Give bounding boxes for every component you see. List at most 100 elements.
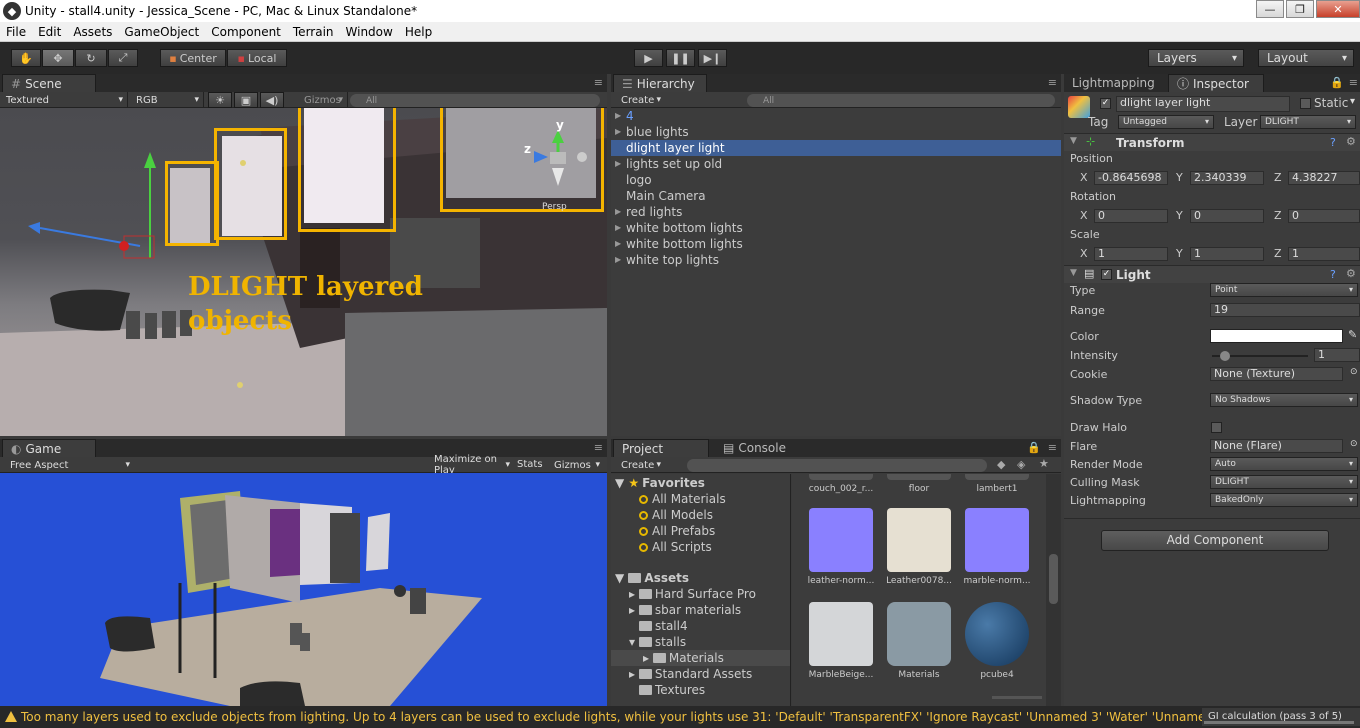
shadow-type-dropdown[interactable]: No Shadows [1210, 393, 1358, 407]
filter-label-icon[interactable]: ◈ [1017, 458, 1025, 471]
asset-item[interactable]: floor [883, 474, 955, 494]
stats-toggle[interactable]: Stats [517, 459, 543, 470]
project-create-dropdown[interactable]: Create [615, 457, 665, 473]
gi-progress[interactable]: GI calculation (pass 3 of 5) [1202, 708, 1360, 726]
panel-menu-icon[interactable]: ≡ [1048, 441, 1057, 454]
maximize-icon[interactable]: ❐ [1286, 0, 1314, 18]
draw-halo-checkbox[interactable] [1211, 422, 1222, 433]
minimize-icon[interactable]: — [1256, 0, 1284, 18]
project-search-input[interactable] [687, 459, 987, 472]
rotation-y-input[interactable]: 0 [1190, 209, 1264, 223]
rotate-tool-icon[interactable]: ↻ [75, 49, 107, 67]
scene-search-input[interactable]: All [350, 94, 600, 107]
tag-dropdown[interactable]: Untagged [1118, 115, 1214, 129]
asset-folder[interactable]: ▾ stalls [629, 634, 686, 650]
panel-menu-icon[interactable]: ≡ [1048, 76, 1057, 89]
rotation-z-input[interactable]: 0 [1288, 209, 1360, 223]
maximize-on-play-toggle[interactable]: Maximize on Play [430, 454, 514, 476]
scene-image-icon[interactable]: ▣ [234, 92, 258, 108]
asset-folder[interactable]: stall4 [639, 618, 688, 634]
scene-lighting-icon[interactable]: ☀ [208, 92, 232, 108]
menu-help[interactable]: Help [399, 25, 438, 39]
hierarchy-item[interactable]: Main Camera [611, 188, 1061, 204]
scale-z-input[interactable]: 1 [1288, 247, 1360, 261]
menu-gameobject[interactable]: GameObject [118, 25, 205, 39]
tab-lightmapping[interactable]: Lightmapping [1064, 74, 1164, 92]
lightmapping-dropdown[interactable]: BakedOnly [1210, 493, 1358, 507]
light-enabled-checkbox[interactable]: ✓ [1101, 269, 1112, 280]
panel-menu-icon[interactable]: ≡ [594, 441, 603, 454]
lock-icon[interactable]: 🔒 [1027, 441, 1041, 454]
gear-icon[interactable]: ⚙ [1346, 135, 1356, 148]
asset-folder[interactable]: ▸ Standard Assets [629, 666, 752, 682]
menu-window[interactable]: Window [340, 25, 399, 39]
color-swatch[interactable] [1210, 329, 1343, 343]
panel-menu-icon[interactable]: ≡ [594, 76, 603, 89]
menu-edit[interactable]: Edit [32, 25, 67, 39]
tab-console[interactable]: ▤ Console [715, 439, 811, 457]
scene-view[interactable]: DLIGHT layered objects z y Persp [0, 108, 607, 436]
pivot-center-button[interactable]: ▪ Center [160, 49, 226, 67]
asset-item[interactable]: couch_002_r... [805, 474, 877, 494]
tab-inspector[interactable]: ⓘ Inspector [1168, 74, 1264, 92]
hierarchy-item[interactable]: logo [611, 172, 1061, 188]
range-input[interactable]: 19 [1210, 303, 1360, 317]
rotation-x-input[interactable]: 0 [1094, 209, 1168, 223]
intensity-slider-track[interactable] [1212, 351, 1308, 361]
add-component-button[interactable]: Add Component [1101, 530, 1329, 551]
asset-folder-selected[interactable]: ▸ Materials [611, 650, 790, 666]
persp-label[interactable]: Persp [542, 202, 567, 212]
hand-tool-icon[interactable]: ✋ [11, 49, 41, 67]
tab-project[interactable]: Project [613, 439, 709, 457]
object-picker-icon[interactable]: ⊙ [1350, 439, 1358, 449]
favorite-star-icon[interactable]: ★ [1039, 457, 1049, 470]
asset-folder[interactable]: Textures [639, 682, 705, 698]
play-button[interactable]: ▶ [634, 49, 663, 67]
tab-hierarchy[interactable]: ☰ Hierarchy [613, 74, 707, 92]
layer-dropdown[interactable]: DLIGHT [1260, 115, 1356, 129]
render-mode-dropdown[interactable]: Textured [0, 92, 128, 108]
panel-menu-icon[interactable]: ≡ [1349, 76, 1358, 89]
step-button[interactable]: ▶❙ [698, 49, 727, 67]
object-picker-icon[interactable]: ⊙ [1350, 367, 1358, 377]
object-name-input[interactable]: dlight layer light [1116, 96, 1290, 112]
asset-item[interactable]: MarbleBeige... [805, 602, 877, 680]
filter-type-icon[interactable]: ◆ [997, 458, 1005, 471]
help-icon[interactable]: ? [1330, 268, 1336, 281]
project-scrollbar[interactable] [1046, 474, 1061, 706]
active-checkbox[interactable]: ✓ [1100, 98, 1111, 109]
hierarchy-item-selected[interactable]: dlight layer light [611, 140, 1061, 156]
eyedropper-icon[interactable]: ✎ [1348, 328, 1357, 341]
help-icon[interactable]: ? [1330, 136, 1336, 149]
asset-item[interactable]: pcube4 [961, 602, 1033, 680]
hierarchy-item[interactable]: blue lights [611, 124, 1061, 140]
asset-item[interactable]: marble-norm... [961, 508, 1033, 586]
scene-audio-icon[interactable]: ◀) [260, 92, 284, 108]
layers-dropdown[interactable]: Layers [1148, 49, 1244, 67]
cookie-field[interactable]: None (Texture) [1210, 367, 1343, 381]
hierarchy-item[interactable]: white bottom lights [611, 220, 1061, 236]
layout-dropdown[interactable]: Layout [1258, 49, 1354, 67]
scale-x-input[interactable]: 1 [1094, 247, 1168, 261]
scale-y-input[interactable]: 1 [1190, 247, 1264, 261]
asset-folder[interactable]: ▸ sbar materials [629, 602, 741, 618]
favorite-item[interactable]: All Models [639, 507, 713, 523]
hierarchy-item[interactable]: 4 [611, 108, 1061, 124]
light-type-dropdown[interactable]: Point [1210, 283, 1358, 297]
hierarchy-item[interactable]: white bottom lights [611, 236, 1061, 252]
light-header[interactable]: ▼ ▤ ✓ Light ? ⚙ [1064, 265, 1360, 283]
aspect-dropdown[interactable]: Free Aspect [4, 457, 134, 473]
game-view[interactable] [0, 473, 607, 706]
intensity-slider-thumb[interactable] [1220, 351, 1230, 361]
asset-item[interactable]: Materials [883, 602, 955, 680]
menu-file[interactable]: File [0, 25, 32, 39]
asset-item[interactable]: leather-norm... [805, 508, 877, 586]
move-tool-icon[interactable]: ✥ [42, 49, 74, 67]
asset-item[interactable]: Leather0078... [883, 508, 955, 586]
flare-field[interactable]: None (Flare) [1210, 439, 1343, 453]
favorite-item[interactable]: All Materials [639, 491, 726, 507]
hierarchy-search-input[interactable]: All [747, 94, 1055, 107]
asset-item[interactable]: lambert1 [961, 474, 1033, 494]
position-y-input[interactable]: 2.340339 [1190, 171, 1264, 185]
static-dropdown-icon[interactable]: ▾ [1350, 96, 1355, 107]
